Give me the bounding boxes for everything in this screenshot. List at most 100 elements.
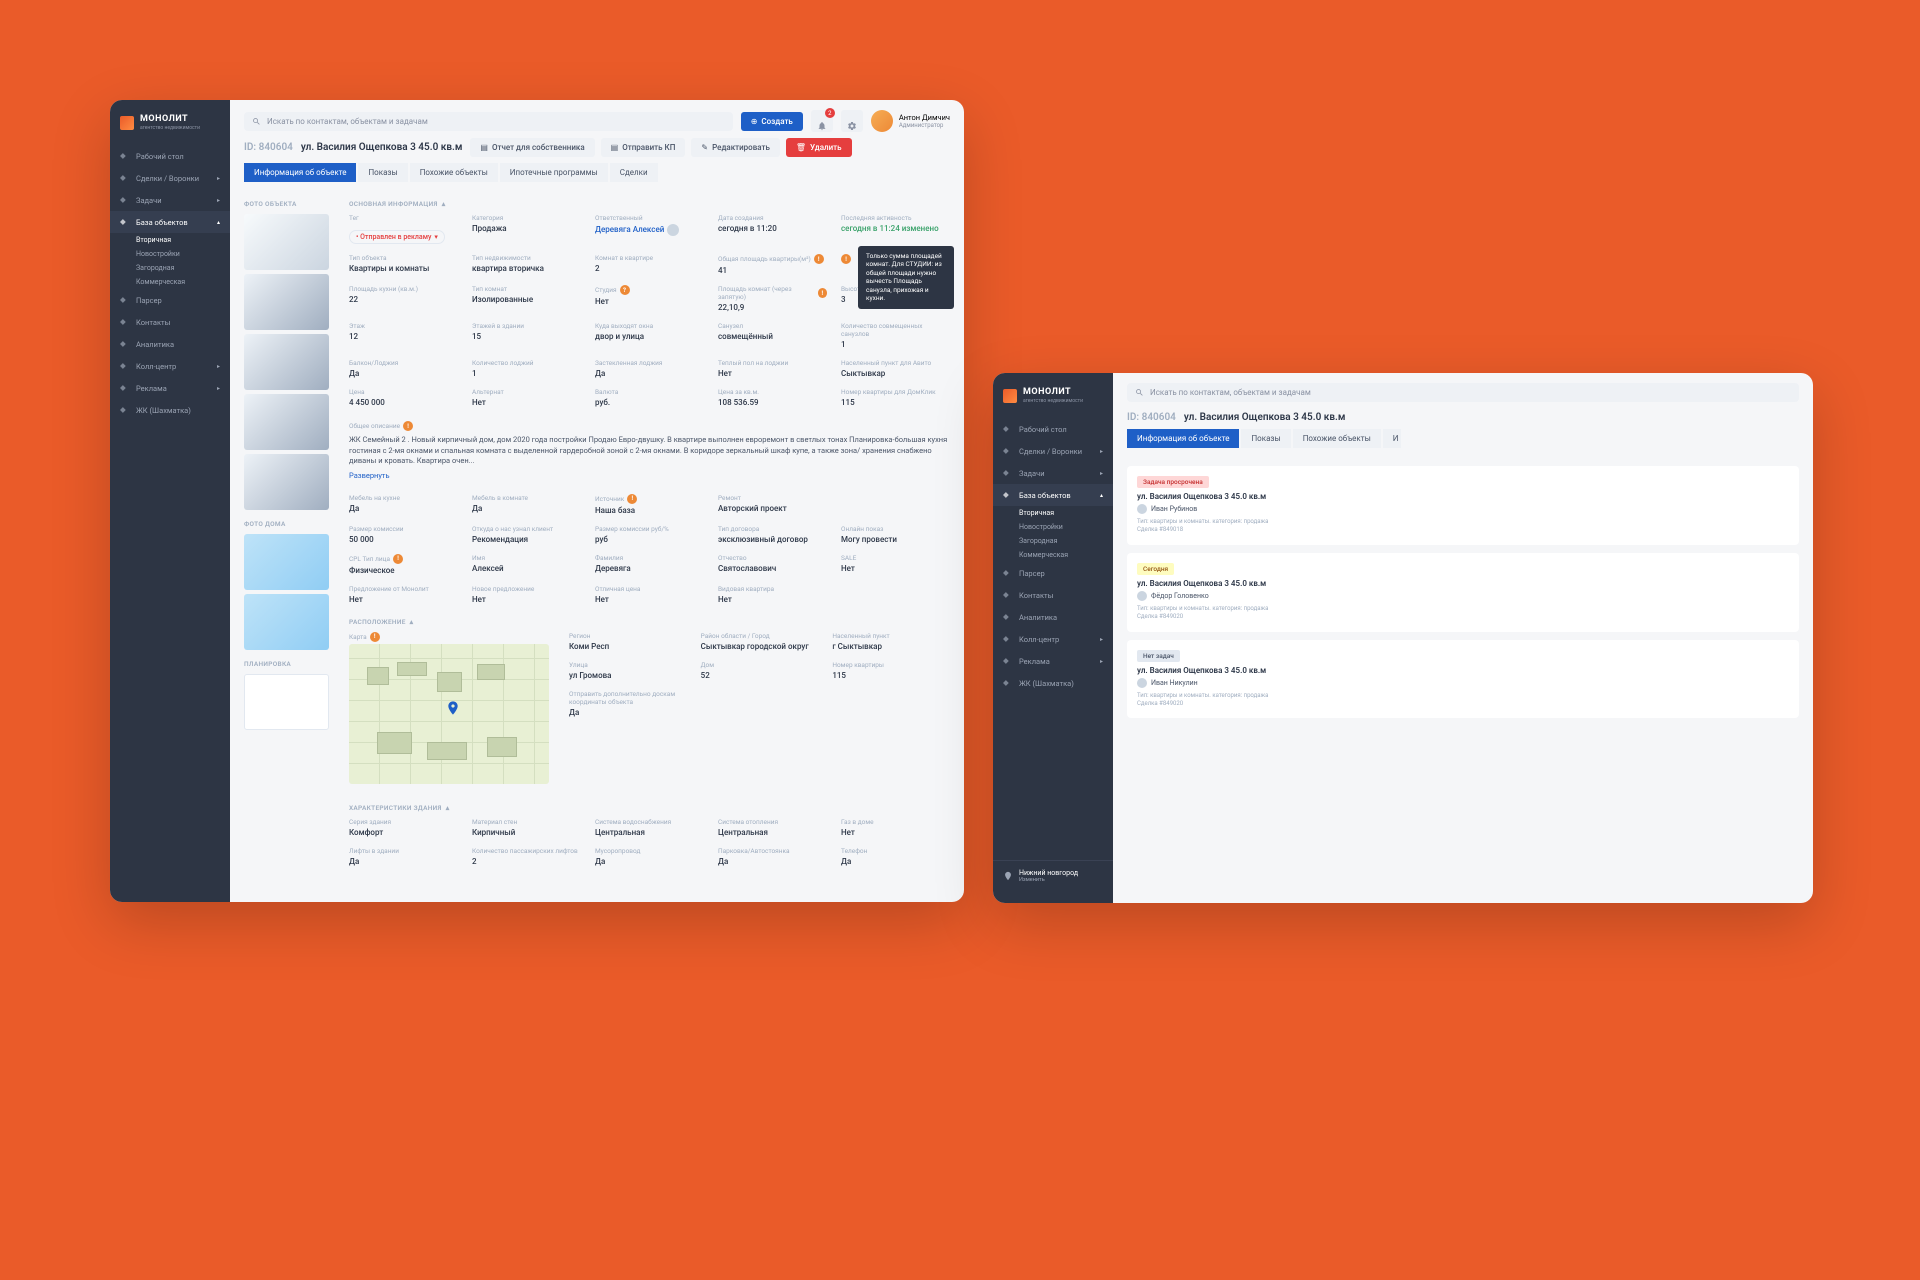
send-kp-button[interactable]: ▤ Отправить КП <box>601 138 686 157</box>
field: Улицаул Громова <box>569 661 687 680</box>
field-value: Нет <box>841 828 950 837</box>
info-icon[interactable]: ! <box>370 632 380 642</box>
sidebar-item-parser[interactable]: ◆Парсер <box>993 562 1113 584</box>
sidebar-sub-item[interactable]: Вторичная <box>993 506 1113 520</box>
db-icon: ◆ <box>120 217 130 227</box>
field: Размер комиссии руб/%руб <box>595 525 704 544</box>
tab[interactable]: Похожие объекты <box>410 163 498 182</box>
sidebar-item-building[interactable]: ◆ЖК (Шахматка) <box>110 399 230 421</box>
field-value: Коми Респ <box>569 642 687 651</box>
sidebar-item-db[interactable]: ◆База объектов▴ <box>993 484 1113 506</box>
task-card[interactable]: Сегодняул. Василия Ощепкова 3 45.0 кв.мФ… <box>1127 553 1799 632</box>
tab[interactable]: Сделки <box>610 163 658 182</box>
collapse-icon[interactable]: ▴ <box>446 804 450 812</box>
tag-value[interactable]: • Отправлен в рекламу ▾ <box>349 230 445 244</box>
sidebar-item-parser[interactable]: ◆Парсер <box>110 289 230 311</box>
sidebar-item-contacts[interactable]: ◆Контакты <box>993 584 1113 606</box>
deal-icon: ◆ <box>120 173 130 183</box>
sidebar-footer[interactable]: Нижний новгород Изменить <box>993 860 1113 891</box>
photo-thumbnail[interactable] <box>244 594 329 650</box>
sidebar-item-home[interactable]: ◆Рабочий стол <box>110 145 230 167</box>
edit-button[interactable]: ✎ Редактировать <box>691 138 779 157</box>
sidebar-item-contacts[interactable]: ◆Контакты <box>110 311 230 333</box>
field-value: Нет <box>595 595 704 604</box>
tab[interactable]: Похожие объекты <box>1293 429 1381 448</box>
sidebar-sub-item[interactable]: Загородная <box>110 261 230 275</box>
sidebar-item-ads[interactable]: ◆Реклама▸ <box>993 650 1113 672</box>
info-icon[interactable]: ! <box>818 288 827 298</box>
report-button[interactable]: ▤ Отчет для собственника <box>470 138 594 157</box>
sidebar-sub-item[interactable]: Коммерческая <box>993 548 1113 562</box>
sidebar-item-analytics[interactable]: ◆Аналитика <box>110 333 230 355</box>
photo-thumbnail[interactable] <box>244 274 329 330</box>
field-value: Продажа <box>472 224 581 233</box>
tab[interactable]: Информация об объекте <box>1127 429 1239 448</box>
info-icon[interactable]: ? <box>620 285 630 295</box>
doc-icon: ▤ <box>480 143 488 152</box>
tab[interactable]: Ипотечные программы <box>500 163 608 182</box>
sidebar-sub-item[interactable]: Коммерческая <box>110 275 230 289</box>
delete-button[interactable]: 🗑 Удалить <box>786 138 852 157</box>
info-icon[interactable]: ! <box>393 554 403 564</box>
tab[interactable]: И <box>1383 429 1401 448</box>
field: Источник !Наша база <box>595 494 704 515</box>
sidebar-item-building[interactable]: ◆ЖК (Шахматка) <box>993 672 1113 694</box>
field-value: 115 <box>832 671 950 680</box>
tab[interactable]: Показы <box>1241 429 1290 448</box>
sidebar-item-ads[interactable]: ◆Реклама▸ <box>110 377 230 399</box>
collapse-icon[interactable]: ▴ <box>410 618 414 626</box>
info-icon[interactable]: ! <box>403 421 413 431</box>
search-input[interactable]: Искать по контактам, объектам и задачам <box>244 112 733 131</box>
user-menu[interactable]: Антон Димчич Администратор <box>871 110 950 132</box>
notif-badge: 2 <box>825 108 835 118</box>
expand-link[interactable]: Развернуть <box>349 471 950 480</box>
info-icon[interactable]: ! <box>841 254 851 264</box>
content: ФОТО ОБЪЕКТА ФОТО ДОМА ПЛАНИРОВКА ОСНОВН… <box>230 190 964 900</box>
field-value: совмещённый <box>718 332 827 341</box>
map[interactable] <box>349 644 549 784</box>
task-meta: Тип: квартиры и комнаты. категория: прод… <box>1137 518 1789 535</box>
field-value: 41 <box>718 266 827 275</box>
field-value: Кирпичный <box>472 828 581 837</box>
field-value: Нет <box>472 398 581 407</box>
field: Населенный пункт для АвитоСыктывкар <box>841 359 950 378</box>
collapse-icon[interactable]: ▴ <box>442 200 446 208</box>
task-meta: Тип: квартиры и комнаты. категория: прод… <box>1137 605 1789 622</box>
tab[interactable]: Показы <box>358 163 407 182</box>
sidebar-sub-item[interactable]: Новостройки <box>110 247 230 261</box>
photo-thumbnail[interactable] <box>244 214 329 270</box>
field: Последняя активностьсегодня в 11:24 изме… <box>841 214 950 244</box>
task-card[interactable]: Задача просроченаул. Василия Ощепкова 3 … <box>1127 466 1799 545</box>
sidebar-item-db[interactable]: ◆База объектов▴ <box>110 211 230 233</box>
sidebar-sub-item[interactable]: Загородная <box>993 534 1113 548</box>
logo-icon <box>120 116 134 130</box>
tab[interactable]: Информация об объекте <box>244 163 356 182</box>
sidebar-item-deal[interactable]: ◆Сделки / Воронки▸ <box>993 440 1113 462</box>
plan-thumbnail[interactable] <box>244 674 329 730</box>
info-icon[interactable]: ! <box>627 494 637 504</box>
sidebar: МОНОЛИТ агентство недвижимости ◆Рабочий … <box>110 100 230 902</box>
photo-thumbnail[interactable] <box>244 334 329 390</box>
sidebar-item-task[interactable]: ◆Задачи▸ <box>993 462 1113 484</box>
field-value: Квартиры и комнаты <box>349 264 458 273</box>
settings-button[interactable] <box>841 110 863 132</box>
change-link[interactable]: Изменить <box>1019 877 1078 883</box>
info-icon[interactable]: ! <box>814 254 824 264</box>
sidebar-item-deal[interactable]: ◆Сделки / Воронки▸ <box>110 167 230 189</box>
logo-icon <box>1003 389 1017 403</box>
search-input[interactable]: Искать по контактам, объектам и задачам <box>1127 383 1799 402</box>
photo-thumbnail[interactable] <box>244 534 329 590</box>
sidebar-item-call[interactable]: ◆Колл-центр▸ <box>110 355 230 377</box>
photo-thumbnail[interactable] <box>244 394 329 450</box>
sidebar-item-analytics[interactable]: ◆Аналитика <box>993 606 1113 628</box>
sidebar-sub-item[interactable]: Новостройки <box>993 520 1113 534</box>
sidebar-item-task[interactable]: ◆Задачи▸ <box>110 189 230 211</box>
sidebar-sub-item[interactable]: Вторичная <box>110 233 230 247</box>
sidebar-item-call[interactable]: ◆Колл-центр▸ <box>993 628 1113 650</box>
task-card[interactable]: Нет задачул. Василия Ощепкова 3 45.0 кв.… <box>1127 640 1799 719</box>
sidebar-item-home[interactable]: ◆Рабочий стол <box>993 418 1113 440</box>
notifications-button[interactable]: 2 <box>811 110 833 132</box>
create-button[interactable]: ⊕ Создать <box>741 112 803 131</box>
photo-thumbnail[interactable] <box>244 454 329 510</box>
photo-section-label: ФОТО ОБЪЕКТА <box>244 200 329 208</box>
